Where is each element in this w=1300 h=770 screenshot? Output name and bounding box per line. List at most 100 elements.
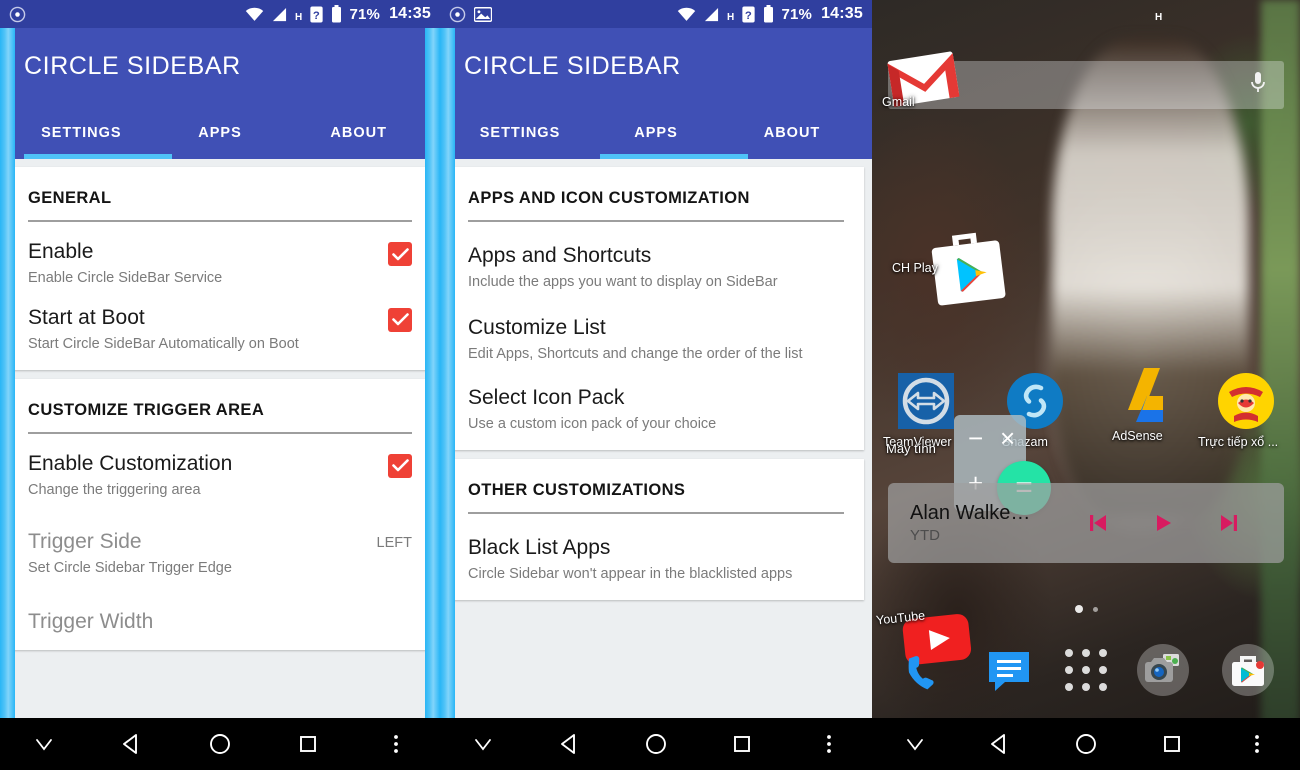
dock-icon-camera[interactable] bbox=[1135, 642, 1191, 698]
home-icon-gmail[interactable]: Gmail bbox=[882, 46, 960, 113]
teamviewer-icon bbox=[897, 372, 955, 430]
status-bar-p1: H ? 71% 14:35 bbox=[0, 0, 440, 28]
previous-track-icon[interactable] bbox=[1086, 511, 1110, 535]
setting-row-start-at-boot[interactable]: Start at Boot Start Circle SideBar Autom… bbox=[28, 292, 412, 358]
music-player-widget[interactable]: Alan Walke… YTD bbox=[888, 483, 1284, 563]
microphone-icon[interactable] bbox=[1248, 70, 1268, 101]
nav-home-p1[interactable] bbox=[176, 731, 264, 757]
page-dot[interactable] bbox=[1092, 606, 1098, 612]
nav-home-p3[interactable] bbox=[1043, 731, 1129, 757]
home-icon-teamviewer[interactable]: TeamViewer bbox=[883, 372, 956, 449]
lottery-icon bbox=[1217, 372, 1275, 430]
dock-icon-app-drawer[interactable] bbox=[1064, 649, 1107, 691]
battery-icon bbox=[331, 5, 342, 23]
checkbox-enable[interactable] bbox=[388, 242, 412, 266]
clock-p2: 14:35 bbox=[821, 5, 863, 22]
nav-hide-navbar-p1[interactable] bbox=[0, 732, 88, 756]
nav-bar-p2 bbox=[440, 718, 872, 770]
setting-sub-enable: Enable Circle SideBar Service bbox=[28, 270, 223, 287]
settings-list-p1[interactable]: GENERAL Enable Enable Circle SideBar Ser… bbox=[0, 159, 440, 770]
home-icon-label-gmail: Gmail bbox=[882, 95, 915, 109]
tab-bar-p1: SETTINGS APPS ABOUT bbox=[24, 107, 440, 159]
music-track-title: Alan Walke… bbox=[910, 502, 1031, 524]
checkbox-enable-customization[interactable] bbox=[388, 453, 412, 478]
settings-list-p2[interactable]: APPS AND ICON CUSTOMIZATION Apps and Sho… bbox=[440, 159, 872, 770]
setting-title-enable-customization: Enable Customization bbox=[28, 451, 233, 475]
tab-indicator-p2 bbox=[600, 154, 748, 159]
music-metadata: Alan Walke… YTD bbox=[910, 502, 1055, 544]
svg-text:?: ? bbox=[745, 9, 752, 21]
card-header-other-customizations: OTHER CUSTOMIZATIONS bbox=[468, 459, 844, 514]
phone-panel-home-screen: H ? 69% 14:40 bbox=[872, 0, 1300, 770]
home-icon-lottery[interactable]: Trực tiếp xổ ... bbox=[1198, 372, 1278, 449]
calc-multiply-button[interactable]: × bbox=[1000, 423, 1015, 454]
page-dot-active[interactable] bbox=[1074, 605, 1083, 613]
home-icon-label-play-store: CH Play bbox=[892, 261, 938, 275]
wifi-icon bbox=[677, 7, 696, 22]
setting-title-trigger-width: Trigger Width bbox=[28, 609, 154, 633]
setting-row-select-icon-pack[interactable]: Select Icon Pack Use a custom icon pack … bbox=[468, 368, 844, 438]
tab-indicator-p1 bbox=[24, 154, 172, 159]
nav-recents-p3[interactable] bbox=[1129, 732, 1215, 756]
calc-minus-button[interactable]: − bbox=[968, 423, 983, 454]
card-general: GENERAL Enable Enable Circle SideBar Ser… bbox=[8, 167, 432, 370]
sim-missing-icon: ? bbox=[741, 5, 756, 23]
nav-back-p2[interactable] bbox=[526, 731, 612, 757]
setting-sub-select-icon-pack: Use a custom icon pack of your choice bbox=[468, 416, 717, 433]
trigger-area-strip-p2[interactable] bbox=[440, 28, 455, 718]
home-icon-play-store[interactable]: CH Play bbox=[892, 224, 1016, 317]
nav-recents-p1[interactable] bbox=[264, 732, 352, 756]
tab-settings-p2[interactable]: SETTINGS bbox=[464, 107, 600, 159]
card-header-trigger-area: CUSTOMIZE TRIGGER AREA bbox=[28, 379, 412, 434]
play-icon[interactable] bbox=[1151, 511, 1175, 535]
setting-row-apps-and-shortcuts[interactable]: Apps and Shortcuts Include the apps you … bbox=[468, 226, 844, 296]
wifi-icon bbox=[245, 7, 264, 22]
dock-icon-phone[interactable] bbox=[896, 642, 952, 698]
setting-row-black-list-apps[interactable]: Black List Apps Circle Sidebar won't app… bbox=[468, 518, 844, 588]
nav-home-p2[interactable] bbox=[613, 731, 699, 757]
tab-apps-p2[interactable]: APPS bbox=[600, 107, 736, 159]
nav-back-p1[interactable] bbox=[88, 731, 176, 757]
nav-menu-p2[interactable] bbox=[786, 732, 872, 756]
status-bar-system-icons-p2: H ? 71% 14:35 bbox=[677, 5, 863, 23]
record-circle-icon bbox=[9, 6, 26, 23]
tab-apps-p1[interactable]: APPS bbox=[163, 107, 302, 159]
nav-hide-navbar-p3[interactable] bbox=[872, 732, 958, 756]
nav-menu-p1[interactable] bbox=[352, 732, 440, 756]
trigger-area-strip-p1[interactable] bbox=[0, 28, 15, 718]
setting-sub-trigger-side: Set Circle Sidebar Trigger Edge bbox=[28, 560, 232, 577]
nav-menu-p3[interactable] bbox=[1214, 732, 1300, 756]
page-title-p1: CIRCLE SIDEBAR bbox=[24, 52, 241, 80]
status-bar-notification-icons-p2 bbox=[449, 6, 492, 23]
setting-title-apps-and-shortcuts: Apps and Shortcuts bbox=[468, 244, 652, 267]
checkbox-start-at-boot[interactable] bbox=[388, 307, 412, 332]
setting-title-trigger-side: Trigger Side bbox=[28, 529, 142, 553]
setting-sub-apps-and-shortcuts: Include the apps you want to display on … bbox=[468, 274, 778, 291]
setting-row-customize-list[interactable]: Customize List Edit Apps, Shortcuts and … bbox=[468, 296, 844, 368]
home-screen: H ? 69% 14:40 bbox=[872, 0, 1300, 770]
sim-missing-icon: ? bbox=[309, 5, 324, 23]
dock-icon-messaging[interactable] bbox=[981, 642, 1037, 698]
nav-recents-p2[interactable] bbox=[699, 732, 785, 756]
music-controls bbox=[1055, 511, 1262, 535]
status-bar-system-icons-p1: H ? 71% 14:35 bbox=[245, 5, 431, 23]
tab-about-p1[interactable]: ABOUT bbox=[301, 107, 440, 159]
tab-settings-p1[interactable]: SETTINGS bbox=[24, 107, 163, 159]
nav-back-p3[interactable] bbox=[958, 731, 1044, 757]
dock-icon-play-store[interactable] bbox=[1220, 642, 1276, 698]
app-bar-p2: CIRCLE SIDEBAR SETTINGS APPS ABOUT bbox=[440, 28, 872, 159]
setting-row-trigger-side[interactable]: Trigger Side Set Circle Sidebar Trigger … bbox=[28, 504, 412, 582]
app-bar-p1: CIRCLE SIDEBAR SETTINGS APPS ABOUT bbox=[0, 28, 440, 159]
image-icon bbox=[474, 6, 492, 22]
home-icon-adsense[interactable]: AdSense bbox=[1112, 366, 1176, 443]
setting-row-trigger-width[interactable]: Trigger Width bbox=[28, 582, 412, 638]
setting-sub-black-list-apps: Circle Sidebar won't appear in the black… bbox=[468, 566, 793, 583]
phone-panel-apps: H ? 71% 14:35 CIRCLE SIDEBAR SETTINGS AP… bbox=[440, 0, 872, 770]
next-track-icon[interactable] bbox=[1217, 511, 1241, 535]
nav-hide-navbar-p2[interactable] bbox=[440, 732, 526, 756]
setting-row-enable-customization[interactable]: Enable Customization Change the triggeri… bbox=[28, 438, 412, 504]
setting-row-enable[interactable]: Enable Enable Circle SideBar Service bbox=[28, 226, 412, 292]
tab-about-p2[interactable]: ABOUT bbox=[736, 107, 872, 159]
card-customize-trigger-area: CUSTOMIZE TRIGGER AREA Enable Customizat… bbox=[8, 378, 432, 651]
trigger-area-strip-p1-right[interactable] bbox=[425, 28, 440, 718]
